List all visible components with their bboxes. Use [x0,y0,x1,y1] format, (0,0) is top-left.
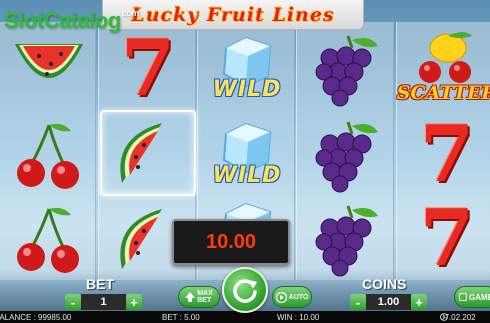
game-label: GAME [469,292,490,302]
win-amount: 10.00 [205,230,257,253]
watermelon-icon [120,123,162,183]
max-bet-line1: MAX [197,290,213,297]
watermark-logo: SlotCatalogcom [4,8,139,34]
game-title: Lucky Fruit Lines [131,3,335,26]
wild-symbol: WILD [199,112,295,198]
grapes-icon [315,35,378,107]
cherries-symbol [1,112,97,198]
watermark-part1: Slot [4,8,44,33]
bet-readout: BET : 5.00 [162,312,200,322]
auto-label: AUTO [288,293,309,301]
seven-symbol: 7 [399,112,490,198]
win-display: 10.00 [172,219,290,265]
coins-increase-button[interactable]: + [411,294,427,310]
grapes-icon [315,205,378,277]
game-menu-button[interactable]: GAME [454,286,490,308]
time-text: 07.02.202 [440,312,476,322]
scatter-label: SCATTER [396,82,490,104]
watermelon-symbol-highlighted [100,110,196,196]
menu-icon [459,293,467,301]
clock-readout: 07.02.202 [440,313,476,322]
bet-increase-button[interactable]: + [126,294,142,310]
reel-4 [296,22,394,280]
cherries-icon [17,123,79,189]
reel-5: SCATTER 7 7 [396,22,490,280]
watermark-suffix: com [121,8,140,18]
watermark-part2: Catalog [43,8,122,33]
watermelon-icon [15,44,83,78]
coins-label: COINS [362,276,407,292]
title-banner: Lucky Fruit Lines [102,0,364,30]
reel-1 [0,22,96,280]
wild-label: WILD [212,163,282,188]
refresh-icon [233,279,257,303]
bet-decrease-button[interactable]: - [65,294,81,310]
lemon-cherries-icon [419,32,472,83]
balance-readout: BALANCE : 99985.00 [0,312,72,322]
max-bet-line2: BET [197,297,212,304]
win-readout: WIN : 10.00 [277,312,320,322]
grapes-icon [315,121,378,193]
bet-label: BET [86,276,114,292]
seven-label: 7 [419,193,475,284]
seven-label: 7 [120,23,176,114]
grapes-symbol [298,114,394,200]
max-bet-button[interactable]: MAX BET [178,286,220,308]
coins-stepper: - 1.00 + [350,294,427,310]
play-circle-icon [275,291,287,303]
auto-button[interactable]: AUTO [272,286,312,308]
seven-symbol: 7 [100,26,196,112]
game-stage: 7 WILD WILD SCATTER 7 7 Lucky Fruit Line… [0,0,490,323]
arrow-up-icon [185,292,196,302]
coins-value: 1.00 [366,294,411,310]
grapes-symbol [298,28,394,114]
wild-label: WILD [212,77,282,102]
scatter-symbol: SCATTER [396,24,490,110]
coins-decrease-button[interactable]: - [350,294,366,310]
bet-value: 1 [81,294,126,310]
wild-symbol: WILD [199,26,295,112]
bet-stepper: - 1 + [65,294,142,310]
cherries-icon [17,207,79,273]
seven-label: 7 [419,109,475,200]
spin-button[interactable] [222,267,268,313]
watermelon-symbol [1,26,97,112]
